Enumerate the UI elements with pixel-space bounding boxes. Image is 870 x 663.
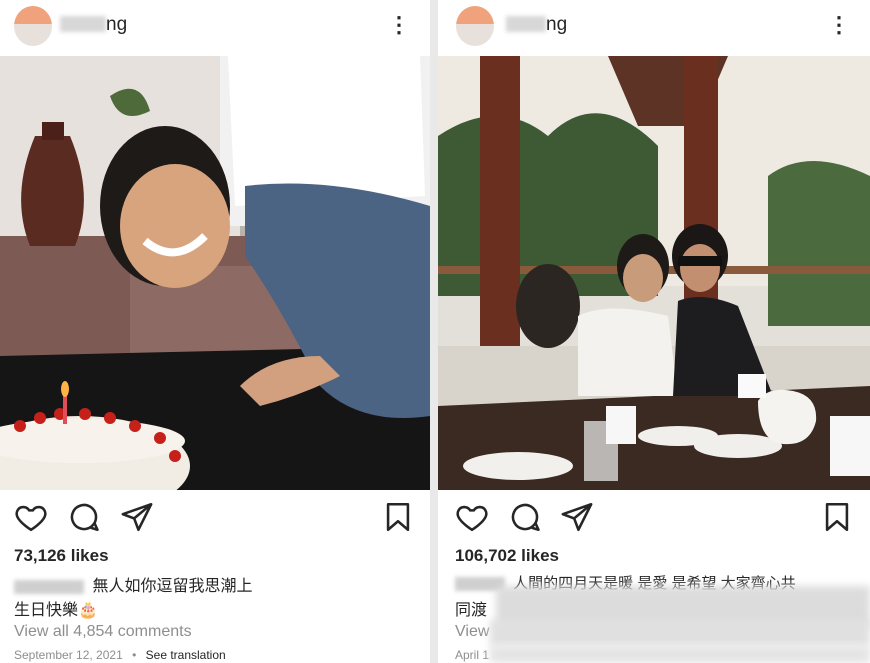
photo-resort-lunch <box>438 56 870 490</box>
instagram-feed-comparison: ng ⋮ 73,126 likes 無人如你逗留我思潮上 生日快樂🎂 View … <box>0 0 870 663</box>
caption-username-blurred <box>14 579 84 594</box>
heart-icon[interactable] <box>14 500 48 534</box>
bookmark-icon[interactable] <box>820 500 854 534</box>
photo-birthday-cake <box>0 56 430 490</box>
post-date-row: September 12, 2021 • See translation <box>14 648 226 662</box>
comment-bubble-icon[interactable] <box>508 500 542 534</box>
post-date-row: April 1 <box>455 648 489 662</box>
post-header: ng ⋮ <box>0 0 430 56</box>
username-blurred <box>60 16 106 32</box>
username-blurred <box>506 16 546 32</box>
comment-bubble-icon[interactable] <box>67 500 101 534</box>
date-blurred-overlay <box>490 646 870 663</box>
username[interactable]: ng <box>106 14 127 36</box>
caption-line-1: 無人如你逗留我思潮上 <box>14 572 252 596</box>
likes-count[interactable]: 106,702 likes <box>455 546 559 566</box>
heart-icon[interactable] <box>455 500 489 534</box>
post-actions <box>0 500 430 536</box>
more-vertical-icon[interactable]: ⋮ <box>828 14 850 36</box>
comments-blurred-overlay <box>490 620 870 646</box>
view-comments-link[interactable]: View all 4,854 comments <box>14 623 192 641</box>
post-left: ng ⋮ 73,126 likes 無人如你逗留我思潮上 生日快樂🎂 View … <box>0 0 430 663</box>
view-comments-link[interactable]: View <box>455 623 489 641</box>
caption-text: 無人如你逗留我思潮上 <box>92 578 253 595</box>
paper-plane-icon[interactable] <box>560 500 594 534</box>
paper-plane-icon[interactable] <box>120 500 154 534</box>
post-photo[interactable] <box>438 56 870 490</box>
caption-line-2: 同渡 <box>455 602 488 619</box>
post-photo[interactable] <box>0 56 430 490</box>
avatar[interactable] <box>456 6 494 46</box>
likes-count[interactable]: 73,126 likes <box>14 546 109 566</box>
post-actions <box>438 500 870 536</box>
post-date: April 1 <box>455 648 490 662</box>
separator-dot: • <box>132 648 137 662</box>
post-right: ng ⋮ 106,702 likes 人間的四月天是暖 是愛 是希望 大家齊心共… <box>438 0 870 663</box>
avatar[interactable] <box>14 6 52 46</box>
caption-line-2: 生日快樂🎂 <box>14 602 98 619</box>
bookmark-icon[interactable] <box>381 500 415 534</box>
username[interactable]: ng <box>546 14 567 36</box>
more-vertical-icon[interactable]: ⋮ <box>388 14 410 36</box>
post-date: September 12, 2021 <box>14 648 123 662</box>
post-header: ng ⋮ <box>438 0 870 56</box>
see-translation-link[interactable]: See translation <box>146 648 226 662</box>
